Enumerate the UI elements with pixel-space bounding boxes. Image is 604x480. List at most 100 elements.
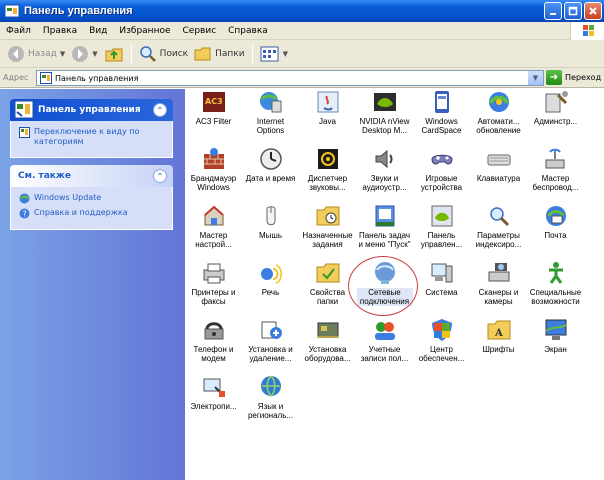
control-panel-item[interactable]: Звуки и аудиоустр... — [356, 146, 413, 203]
control-panel-box: Панель управления ⌃ Переключение к виду … — [10, 99, 173, 158]
go-button[interactable]: ➜ Переход — [546, 70, 601, 85]
control-panel-item[interactable]: Специальные возможности — [527, 260, 584, 317]
control-panel-item[interactable]: Параметры индексиро... — [470, 203, 527, 260]
menu-favorites[interactable]: Избранное — [113, 26, 176, 36]
svg-text:AC3: AC3 — [205, 97, 223, 106]
folders-button[interactable]: Папки — [191, 43, 247, 65]
control-panel-item[interactable]: Установка оборудова... — [299, 317, 356, 374]
fonts-icon: A — [487, 320, 510, 340]
maximize-button[interactable] — [564, 2, 582, 20]
control-panel-item[interactable]: Центр обеспечен... — [413, 317, 470, 374]
control-panel-icon — [4, 4, 20, 18]
control-panel-box-header[interactable]: Панель управления ⌃ — [10, 99, 173, 121]
control-panel-item[interactable]: Брандмауэр Windows — [185, 146, 242, 203]
control-panel-item[interactable]: Панель задач и меню "Пуск" — [356, 203, 413, 260]
control-panel-item-label: Сетевые подключения — [356, 288, 413, 306]
menu-file[interactable]: Файл — [0, 26, 37, 36]
switch-category-view-link[interactable]: Переключение к виду по категориям — [19, 127, 164, 147]
control-panel-item[interactable]: NVIDIA nView Desktop M... — [356, 89, 413, 146]
dropdown-arrow-icon[interactable]: ▼ — [60, 50, 65, 58]
control-panel-item[interactable]: Экран — [527, 317, 584, 374]
control-panel-item[interactable]: Игровые устройства — [413, 146, 470, 203]
control-panel-item[interactable]: Сканеры и камеры — [470, 260, 527, 317]
user-accounts-icon — [374, 322, 395, 340]
network-connections-icon — [374, 262, 395, 284]
title-bar[interactable]: Панель управления — [0, 0, 604, 22]
security-center-icon — [431, 319, 452, 341]
control-panel-item[interactable]: Почта — [527, 203, 584, 260]
control-panel-item[interactable]: Клавиатура — [470, 146, 527, 203]
control-panel-item[interactable]: Диспетчер звуковы... — [299, 146, 356, 203]
windows-update-link[interactable]: Windows Update — [19, 193, 164, 204]
address-input[interactable]: Панель управления ▼ — [36, 70, 544, 86]
control-panel-item[interactable]: Принтеры и факсы — [185, 260, 242, 317]
help-support-icon: ? — [19, 208, 30, 219]
control-panel-item[interactable]: Мастер настрой... — [185, 203, 242, 260]
windows-flag-icon — [583, 25, 594, 36]
menu-tools[interactable]: Сервис — [177, 26, 223, 36]
control-panel-item[interactable]: Мастер беспровод... — [527, 146, 584, 203]
control-panel-item[interactable]: Язык и региональ... — [242, 374, 299, 431]
date-time-icon — [259, 148, 282, 170]
accessibility-icon — [548, 262, 563, 284]
address-dropdown-icon[interactable]: ▼ — [528, 71, 543, 85]
control-panel-item-label: Панель управлен... — [420, 231, 463, 249]
up-folder-icon — [105, 48, 123, 61]
control-panel-item[interactable]: Автомати... обновление — [470, 89, 527, 146]
minimize-icon — [550, 13, 556, 15]
menu-help[interactable]: Справка — [222, 26, 274, 36]
forward-arrow-icon — [72, 45, 89, 62]
nvidia-nview-icon — [373, 93, 396, 111]
control-panel-item[interactable]: Установка и удаление... — [242, 317, 299, 374]
windows-logo — [570, 22, 604, 40]
empty-grid-cell — [584, 89, 604, 146]
control-panel-item[interactable]: Телефон и модем — [185, 317, 242, 374]
up-folder-button[interactable] — [101, 43, 127, 65]
control-panel-item[interactable]: A Шрифты — [470, 317, 527, 374]
minimize-button[interactable] — [544, 2, 562, 20]
search-button[interactable]: Поиск — [136, 43, 192, 65]
dropdown-arrow-icon[interactable]: ▼ — [283, 50, 288, 58]
control-panel-item-label: Система — [425, 288, 458, 297]
add-remove-programs-icon — [261, 321, 282, 339]
control-panel-item[interactable]: Сетевые подключения — [348, 256, 418, 317]
control-panel-item[interactable]: Речь — [242, 260, 299, 317]
menu-view[interactable]: Вид — [83, 26, 113, 36]
collapse-icon[interactable]: ⌃ — [153, 103, 167, 117]
address-label: Адрес — [3, 73, 29, 82]
see-also-box-header[interactable]: См. также ⌃ — [10, 165, 173, 187]
control-panel-item[interactable]: Windows CardSpace — [413, 89, 470, 146]
regional-language-icon — [260, 375, 281, 398]
control-panel-item[interactable]: Дата и время — [242, 146, 299, 203]
control-panel-item-label: Брандмауэр Windows — [190, 174, 237, 192]
cardspace-icon — [434, 91, 449, 113]
mail-icon — [545, 206, 566, 226]
control-panel-item-label: Назначенные задания — [302, 231, 353, 249]
control-panel-item[interactable]: Назначенные задания — [299, 203, 356, 260]
help-support-link[interactable]: ? Справка и поддержка — [19, 208, 164, 219]
control-panel-item[interactable]: Админстр... — [527, 89, 584, 146]
back-button[interactable]: Назад ▼ — [4, 43, 68, 65]
dropdown-arrow-icon[interactable]: ▼ — [92, 50, 97, 58]
control-panel-item-label: Свойства папки — [309, 288, 346, 306]
control-panel-item[interactable]: Система — [413, 260, 470, 317]
menu-edit[interactable]: Правка — [37, 26, 83, 36]
control-panel-item[interactable]: Панель управлен... — [413, 203, 470, 260]
folder-options-icon — [316, 263, 339, 283]
control-panel-item[interactable]: Электропи... — [185, 374, 242, 431]
control-panel-item[interactable]: Мышь — [242, 203, 299, 260]
control-panel-item[interactable]: Учетные записи пол... — [356, 317, 413, 374]
close-button[interactable] — [584, 2, 602, 20]
forward-button[interactable]: ▼ — [68, 43, 100, 65]
control-panel-item-label: Дата и время — [245, 174, 296, 183]
control-panel-item-label: Экран — [544, 345, 567, 354]
network-setup-wizard-icon — [203, 205, 224, 226]
views-button[interactable]: ▼ — [257, 43, 291, 65]
control-panel-item[interactable]: Internet Options — [242, 89, 299, 146]
control-panel-item[interactable]: AC3 AC3 Filter — [185, 89, 242, 146]
control-panel-item-label: Шрифты — [482, 345, 515, 354]
control-panel-item[interactable]: Свойства папки — [299, 260, 356, 317]
control-panel-item[interactable]: Java — [299, 89, 356, 146]
collapse-icon[interactable]: ⌃ — [153, 169, 167, 183]
mouse-icon — [266, 206, 275, 226]
